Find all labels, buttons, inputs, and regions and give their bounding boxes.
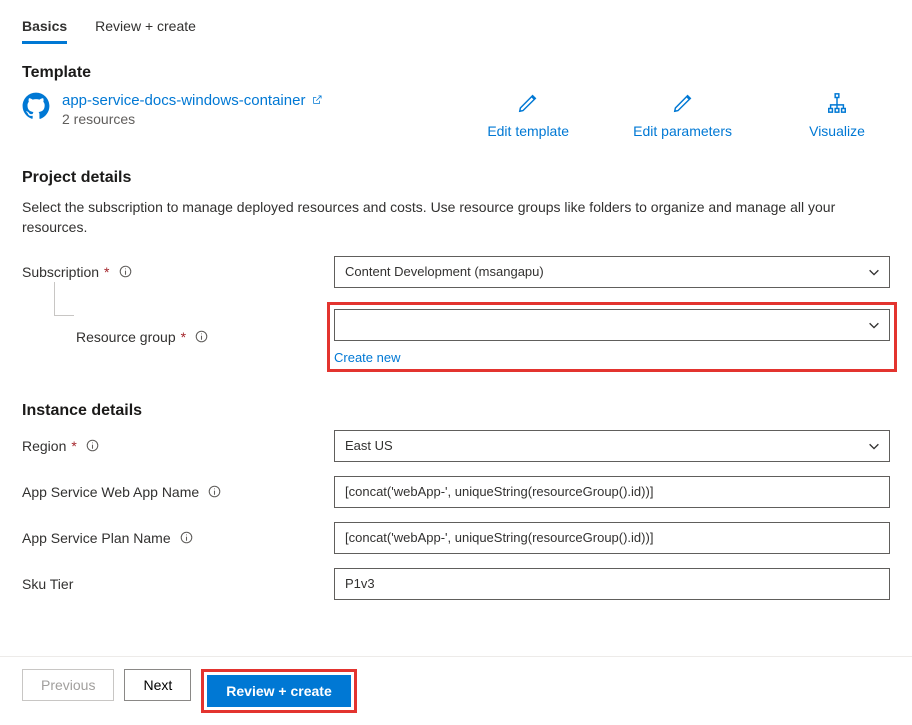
web-app-name-row: App Service Web App Name — [22, 476, 890, 508]
visualize-button[interactable]: Visualize — [792, 92, 882, 139]
previous-button: Previous — [22, 669, 114, 701]
review-create-highlight: Review + create — [201, 669, 356, 713]
required-asterisk: * — [181, 329, 186, 345]
required-asterisk: * — [104, 264, 109, 280]
create-new-link[interactable]: Create new — [334, 350, 400, 365]
resource-group-label: Resource group — [76, 329, 176, 345]
info-icon[interactable] — [119, 265, 132, 278]
review-create-button[interactable]: Review + create — [207, 675, 350, 707]
template-link[interactable]: app-service-docs-windows-container — [62, 92, 305, 109]
tab-review-create[interactable]: Review + create — [95, 12, 196, 44]
edit-template-button[interactable]: Edit template — [483, 92, 573, 139]
instance-details-heading: Instance details — [22, 402, 890, 420]
subscription-select[interactable]: Content Development (msangapu) — [334, 256, 890, 288]
web-app-name-label: App Service Web App Name — [22, 484, 199, 500]
subscription-row: Subscription * Content Development (msan… — [22, 256, 890, 288]
info-icon[interactable] — [86, 439, 99, 452]
region-select[interactable]: East US — [334, 430, 890, 462]
resource-group-row: Resource group * Create new — [22, 302, 890, 372]
pencil-icon — [672, 92, 694, 117]
info-icon[interactable] — [180, 531, 193, 544]
next-button[interactable]: Next — [124, 669, 191, 701]
chevron-down-icon — [867, 439, 881, 453]
tab-bar: Basics Review + create — [22, 12, 890, 44]
subscription-value: Content Development (msangapu) — [345, 264, 544, 279]
github-icon — [22, 92, 50, 123]
tree-indicator — [54, 282, 74, 316]
plan-name-row: App Service Plan Name — [22, 522, 890, 554]
pencil-icon — [517, 92, 539, 117]
plan-name-label: App Service Plan Name — [22, 530, 171, 546]
region-row: Region * East US — [22, 430, 890, 462]
resources-count: 2 resources — [62, 111, 323, 127]
info-icon[interactable] — [195, 330, 208, 343]
template-heading: Template — [22, 64, 890, 82]
sku-tier-label: Sku Tier — [22, 576, 73, 592]
project-details-description: Select the subscription to manage deploy… — [22, 197, 890, 238]
edit-parameters-button[interactable]: Edit parameters — [633, 92, 732, 139]
region-label: Region — [22, 438, 66, 454]
chevron-down-icon — [867, 318, 881, 332]
sku-tier-input[interactable] — [334, 568, 890, 600]
info-icon[interactable] — [208, 485, 221, 498]
project-details-heading: Project details — [22, 169, 890, 187]
resource-group-select[interactable] — [334, 309, 890, 341]
subscription-label: Subscription — [22, 264, 99, 280]
sku-tier-row: Sku Tier — [22, 568, 890, 600]
template-row: app-service-docs-windows-container 2 res… — [22, 92, 890, 139]
tab-basics[interactable]: Basics — [22, 12, 67, 44]
region-value: East US — [345, 438, 393, 453]
plan-name-input[interactable] — [334, 522, 890, 554]
required-asterisk: * — [71, 438, 76, 454]
web-app-name-input[interactable] — [334, 476, 890, 508]
resource-group-highlight: Create new — [327, 302, 897, 372]
chevron-down-icon — [867, 265, 881, 279]
edit-template-label: Edit template — [487, 123, 569, 139]
external-link-icon — [311, 93, 323, 109]
visualize-label: Visualize — [809, 123, 865, 139]
hierarchy-icon — [826, 92, 848, 117]
footer: Previous Next Review + create — [0, 656, 912, 725]
edit-parameters-label: Edit parameters — [633, 123, 732, 139]
